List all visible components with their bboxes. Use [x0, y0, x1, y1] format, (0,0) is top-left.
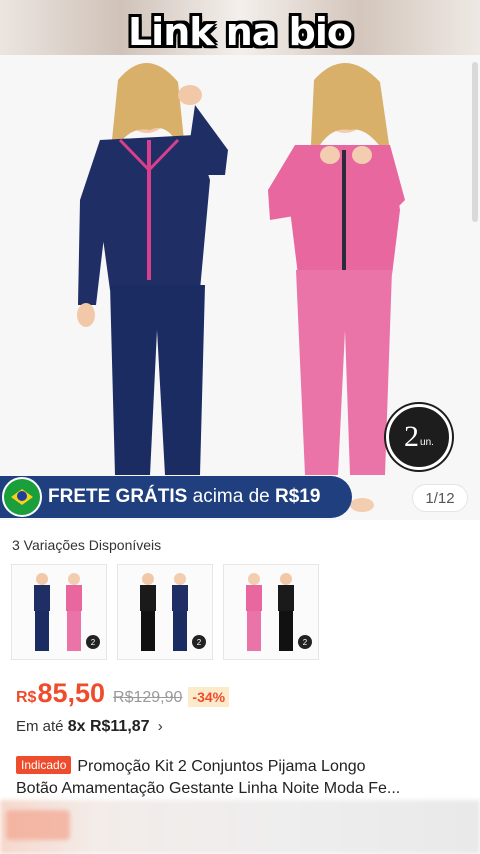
installments-plan: 8x R$11,87	[67, 718, 150, 735]
model-navy-pajama	[77, 62, 228, 475]
scroll-indicator	[472, 62, 478, 222]
product-image-gallery[interactable]: Link na bio 2 un. FRETE GRÁTIS acima de …	[0, 0, 480, 520]
variations-label: 3 Variações Disponíveis	[12, 537, 162, 553]
free-shipping-threshold: R$19	[275, 486, 321, 507]
model-pink-pajama	[268, 62, 405, 512]
variation-thumb-black-navy[interactable]: 2	[117, 564, 213, 660]
product-title: Indicado Promoção Kit 2 Conjuntos Pijama …	[16, 756, 472, 800]
free-shipping-label: FRETE GRÁTIS	[48, 486, 188, 507]
chevron-right-icon: ›	[157, 718, 163, 735]
installments-prefix: Em até	[16, 718, 64, 735]
blurred-chip	[6, 810, 70, 840]
price-currency: R$	[16, 689, 37, 706]
variation-thumbnails: 2 2 2	[11, 564, 319, 660]
installments-link[interactable]: Em até 8x R$11,87 ›	[16, 718, 163, 736]
units-number: 2	[404, 420, 420, 453]
variation-thumb-pink-black[interactable]: 2	[223, 564, 319, 660]
units-label: un.	[420, 436, 434, 448]
thumb-badge: 2	[298, 635, 312, 649]
variation-thumb-navy-pink[interactable]: 2	[11, 564, 107, 660]
overlay-caption: Link na bio	[127, 10, 353, 54]
free-shipping-banner: FRETE GRÁTIS acima de R$19	[0, 476, 352, 518]
price-row: R$ 85,50 R$129,90 -34%	[16, 678, 230, 709]
blurred-bottom-bar	[0, 800, 480, 854]
discount-badge: -34%	[188, 687, 230, 707]
thumb-badge: 2	[192, 635, 206, 649]
units-badge: 2 un.	[386, 404, 452, 470]
brazil-flag-icon	[2, 477, 42, 517]
free-shipping-condition: acima de	[192, 486, 270, 507]
price-value: 85,50	[37, 678, 106, 708]
image-pager: 1/12	[412, 484, 468, 512]
original-price: R$129,90	[113, 689, 183, 706]
thumb-badge: 2	[86, 635, 100, 649]
product-title-line1: Promoção Kit 2 Conjuntos Pijama Longo	[77, 758, 366, 775]
product-title-line2: Botão Amamentação Gestante Linha Noite M…	[16, 780, 401, 797]
indicado-tag: Indicado	[16, 756, 72, 774]
free-shipping-text: FRETE GRÁTIS acima de R$19	[48, 486, 320, 508]
